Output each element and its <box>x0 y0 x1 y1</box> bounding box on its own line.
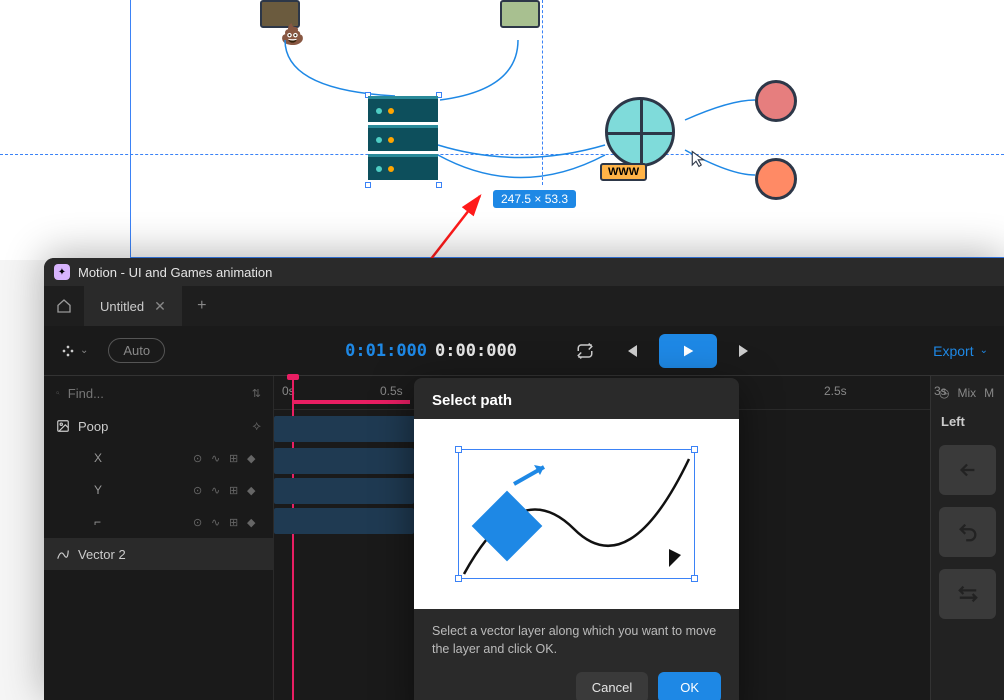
next-frame-button[interactable] <box>727 336 763 366</box>
motion-window: ✦ Motion - UI and Games animation Untitl… <box>44 258 1004 700</box>
layer-label: X <box>94 451 102 465</box>
align-left-button[interactable] <box>939 445 996 495</box>
spiral-icon[interactable]: ⊙ <box>193 484 207 497</box>
grid-icon[interactable]: ⊞ <box>229 452 243 465</box>
tab-add-button[interactable]: + <box>182 297 222 315</box>
guide-horizontal <box>0 154 1004 155</box>
server-stack-icon[interactable] <box>368 96 438 186</box>
layer-label: Y <box>94 483 102 497</box>
keyframe-icon[interactable]: ◆ <box>247 484 261 497</box>
ruler-mark: 2.5s <box>824 384 847 398</box>
playback-controls <box>567 334 763 368</box>
avatar-user-1[interactable] <box>755 80 797 122</box>
home-button[interactable] <box>44 286 84 326</box>
canvas-area: 💩 WWW 247.5 × 53.3 <box>0 0 1004 260</box>
window-title: Motion - UI and Games animation <box>78 265 272 280</box>
track-y[interactable] <box>274 478 414 504</box>
cursor-icon <box>690 150 708 173</box>
illustration-desk-2 <box>480 0 560 40</box>
avatar-user-2[interactable] <box>755 158 797 200</box>
spiral-icon[interactable]: ⊙ <box>193 516 207 529</box>
grid-icon[interactable]: ⊞ <box>229 516 243 529</box>
selection-size-badge: 247.5 × 53.3 <box>493 190 576 208</box>
search-icon <box>56 386 60 400</box>
prev-frame-button[interactable] <box>613 336 649 366</box>
play-button[interactable] <box>659 334 717 368</box>
layer-prop-x[interactable]: X ⊙ ∿ ⊞ ◆ <box>44 442 273 474</box>
auto-button[interactable]: Auto <box>108 338 165 363</box>
toolbar: ⌄ Auto 0:01:000 0:00:000 Export <box>44 326 1004 376</box>
vector-icon <box>56 547 70 561</box>
layer-prop-rotation[interactable]: ⌐ ⊙ ∿ ⊞ ◆ <box>44 506 273 538</box>
layer-prop-y[interactable]: Y ⊙ ∿ ⊞ ◆ <box>44 474 273 506</box>
layer-search-input[interactable] <box>68 386 244 401</box>
layer-label: ⌐ <box>94 515 101 529</box>
ok-button[interactable]: OK <box>658 672 721 700</box>
timecode-current[interactable]: 0:01:000 <box>345 341 427 361</box>
layer-poop[interactable]: Poop ⟡ <box>44 410 273 442</box>
image-icon <box>56 419 70 433</box>
layer-panel: ⇅ Poop ⟡ X ⊙ ∿ ⊞ ◆ Y <box>44 376 274 700</box>
modal-illustration <box>414 419 739 609</box>
track-rotation[interactable] <box>274 508 414 534</box>
select-path-modal: Select path Select a vector layer along … <box>414 378 739 700</box>
tab-mix[interactable]: Mix <box>957 386 976 400</box>
keyframe-icon: ◆ <box>247 452 261 465</box>
export-button[interactable]: Export ⌄ <box>933 343 988 359</box>
app-icon: ✦ <box>54 264 70 280</box>
sort-icon[interactable]: ⇅ <box>252 387 261 400</box>
timecode-display: 0:01:000 0:00:000 <box>345 341 517 361</box>
layer-vector-2[interactable]: Vector 2 <box>44 538 273 570</box>
target-icon[interactable]: ⟡ <box>252 418 261 434</box>
grid-icon[interactable]: ⊞ <box>229 484 243 497</box>
track-x[interactable] <box>274 448 414 474</box>
timecode-total[interactable]: 0:00:000 <box>435 341 517 361</box>
titlebar: ✦ Motion - UI and Games animation <box>44 258 1004 286</box>
ruler-mark: 3s <box>934 384 947 398</box>
layer-label: Poop <box>78 419 108 434</box>
poop-icon: 💩 <box>280 22 305 47</box>
wave-icon[interactable]: ∿ <box>211 484 225 497</box>
cancel-button[interactable]: Cancel <box>576 672 648 700</box>
swap-button[interactable] <box>939 569 996 619</box>
tab-close-button[interactable]: ✕ <box>154 298 166 315</box>
tab-untitled[interactable]: Untitled ✕ <box>84 286 182 326</box>
wave-icon[interactable]: ∿ <box>211 452 225 465</box>
layer-search-row: ⇅ <box>44 376 273 410</box>
layer-label: Vector 2 <box>78 547 126 562</box>
tabbar: Untitled ✕ + <box>44 286 1004 326</box>
ruler-mark: 0.5s <box>380 384 403 398</box>
modal-description: Select a vector layer along which you wa… <box>414 609 739 672</box>
loop-button[interactable] <box>567 336 603 366</box>
tool-menu-button[interactable]: ⌄ <box>60 343 88 359</box>
tab-label: Untitled <box>100 299 144 314</box>
right-panel: ◷ Mix M Left <box>930 376 1004 700</box>
section-left-title: Left <box>931 404 1004 439</box>
spiral-icon[interactable]: ⊙ <box>193 452 207 465</box>
tab-m[interactable]: M <box>984 386 994 400</box>
keyframe-icon[interactable]: ◆ <box>247 516 261 529</box>
undo-button[interactable] <box>939 507 996 557</box>
www-badge: WWW <box>600 163 647 181</box>
wave-icon[interactable]: ∿ <box>211 516 225 529</box>
playhead-range[interactable] <box>292 400 410 404</box>
modal-title: Select path <box>414 378 739 419</box>
